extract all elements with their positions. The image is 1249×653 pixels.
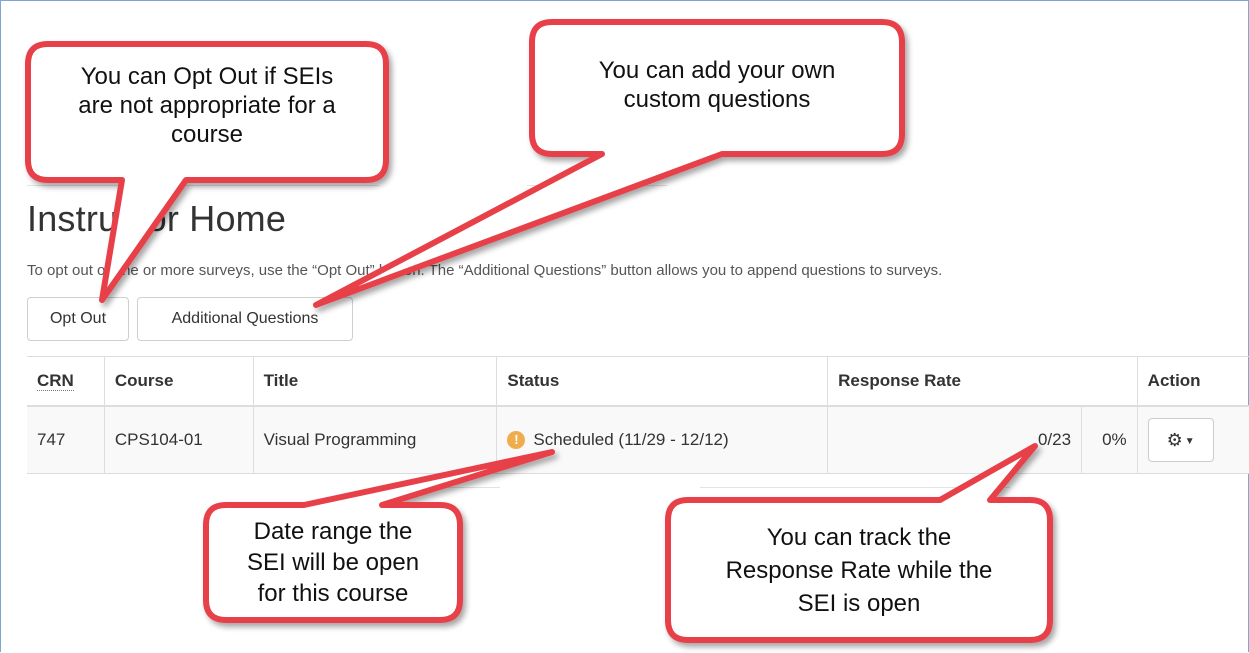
callout-opt-out-line-2: are not appropriate for a (78, 92, 336, 119)
action-dropdown-button[interactable]: ⚙ ▼ (1147, 418, 1214, 462)
callout-custom-questions-text: You can add your own custom questions (532, 56, 902, 114)
callout-opt-out-line-3: course (170, 121, 244, 148)
cell-course: CPS104-01 (103, 406, 254, 474)
table-row: 747 CPS104-01 Visual Programming ! Schedu… (27, 406, 1249, 474)
column-header-response-rate[interactable]: Response Rate (827, 356, 1138, 407)
cell-action: ⚙ ▼ (1136, 406, 1249, 474)
callout-response-rate-line-2: Response Rate while the (725, 557, 993, 584)
crn-header-label: CRN (37, 371, 74, 391)
column-header-course[interactable]: Course (103, 356, 254, 407)
callout-opt-out-line-1: You can Opt Out if SEIs (80, 63, 334, 90)
column-header-action: Action (1136, 356, 1249, 407)
callout-date-range-line-3: for this course (257, 580, 409, 607)
callout-date-range-line-1: Date range the (253, 518, 413, 545)
heading-rule-left (27, 185, 379, 186)
footer-rule-left (380, 487, 500, 488)
column-header-crn[interactable]: CRN (27, 356, 105, 407)
caret-down-icon: ▼ (1184, 436, 1195, 447)
cell-crn: 747 (27, 406, 105, 474)
callout-custom-questions-line-2: custom questions (623, 86, 811, 113)
callout-date-range-line-2: SEI will be open (246, 549, 420, 576)
opt-out-button[interactable]: Opt Out (27, 297, 129, 341)
callout-date-range-text: Date range the SEI will be open for this… (206, 516, 460, 609)
cell-responses: 0/23 (827, 406, 1082, 474)
footer-rule-right (700, 487, 1010, 488)
callout-response-rate-line-3: SEI is open (797, 590, 921, 617)
callout-response-rate-line-1: You can track the (766, 524, 952, 551)
gear-icon: ⚙ (1166, 430, 1183, 450)
cell-title: Visual Programming (252, 406, 497, 474)
intro-text: To opt out of one or more surveys, use t… (27, 262, 943, 279)
callout-custom-questions-line-1: You can add your own (598, 57, 836, 84)
column-header-title[interactable]: Title (252, 356, 497, 407)
surveys-table: CRN Course Title Status Response Rate Ac… (27, 356, 1249, 474)
table-header-row: CRN Course Title Status Response Rate Ac… (27, 356, 1249, 407)
cell-status: ! Scheduled (11/29 - 12/12) (496, 406, 828, 474)
status-text: Scheduled (11/29 - 12/12) (533, 430, 729, 449)
heading-rule-right (527, 185, 667, 186)
additional-questions-button[interactable]: Additional Questions (137, 297, 353, 341)
exclamation-circle-icon: ! (507, 431, 526, 449)
page-title: Instructor Home (27, 198, 287, 239)
column-header-status[interactable]: Status (496, 356, 828, 407)
callout-opt-out-text: You can Opt Out if SEIs are not appropri… (28, 62, 386, 149)
callout-response-rate-text: You can track the Response Rate while th… (668, 521, 1050, 620)
cell-percent: 0% (1081, 406, 1138, 474)
